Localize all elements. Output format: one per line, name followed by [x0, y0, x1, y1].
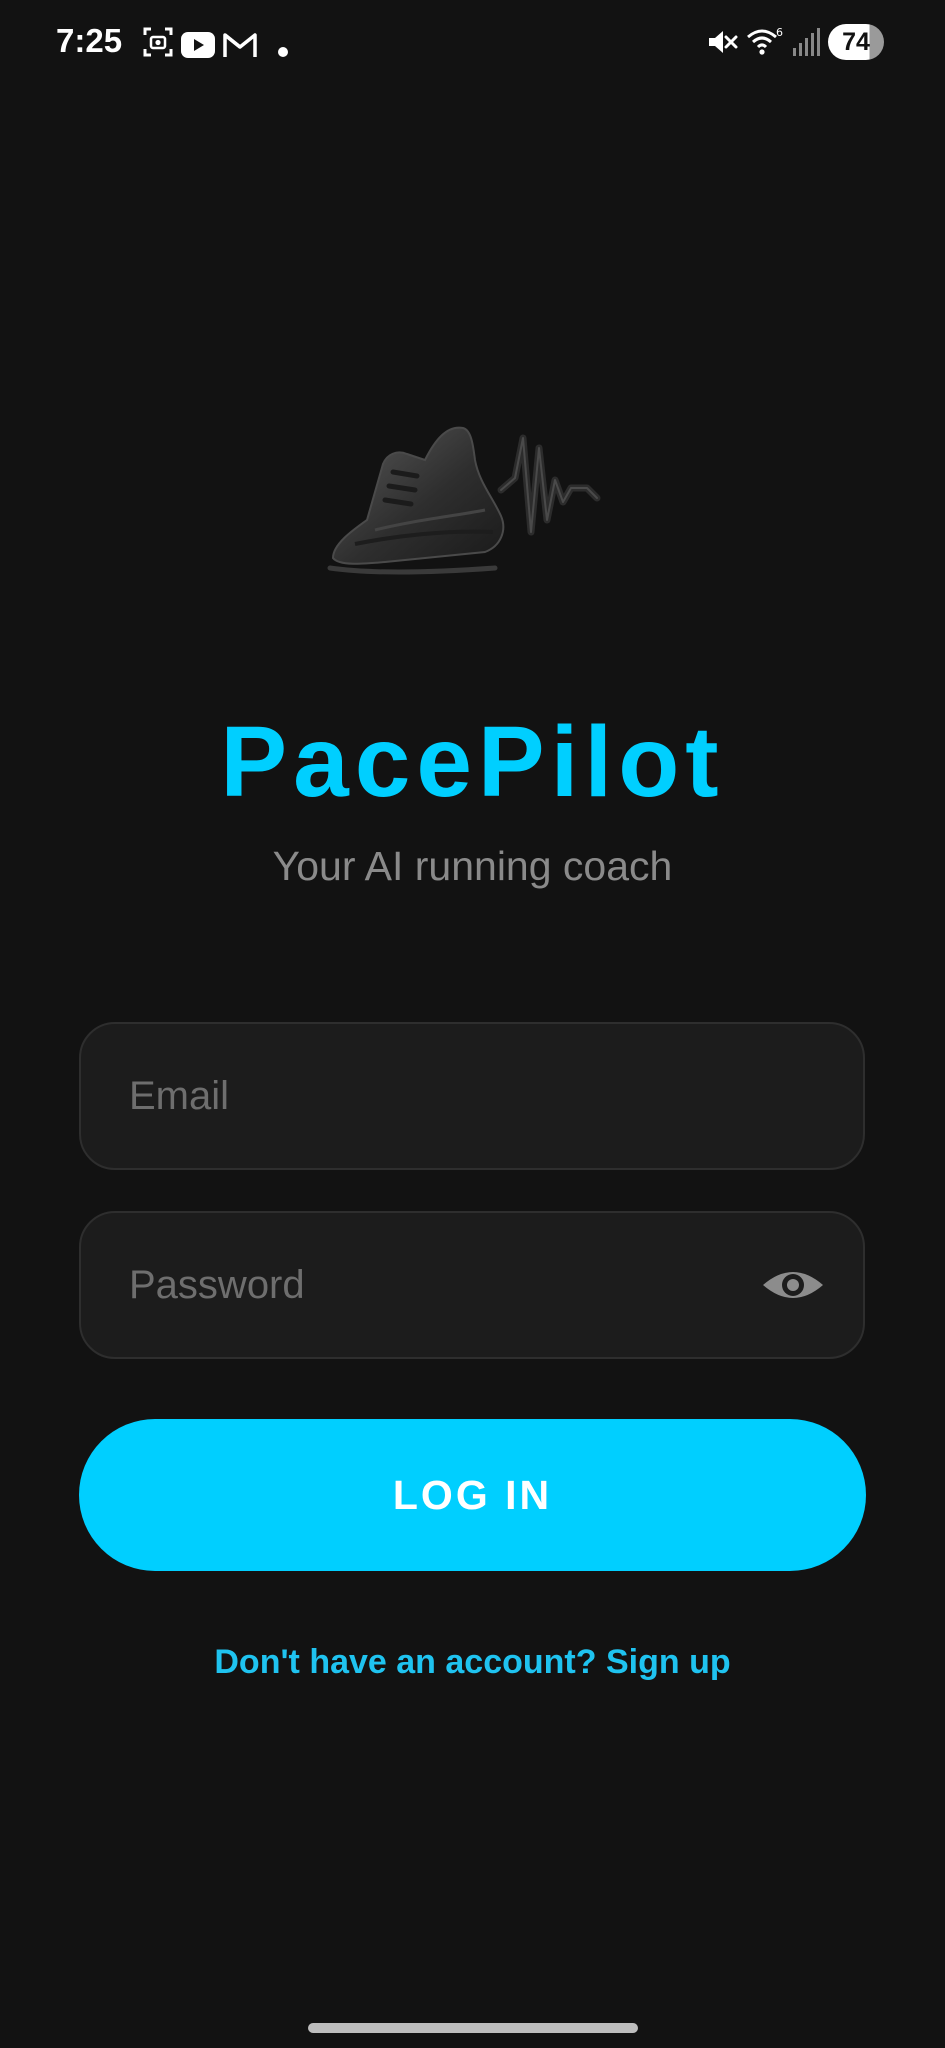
password-input[interactable] — [129, 1213, 729, 1357]
email-field[interactable] — [79, 1022, 865, 1170]
email-input[interactable] — [129, 1024, 729, 1168]
running-shoe-heartbeat-icon — [327, 426, 601, 575]
wifi-6-icon: 6 — [747, 26, 783, 55]
login-button[interactable]: LOG IN — [79, 1419, 866, 1571]
signup-link[interactable]: Don't have an account? Sign up — [0, 1643, 945, 1682]
password-field[interactable] — [79, 1211, 865, 1359]
notification-dot-icon — [278, 47, 288, 57]
vibrate-mute-icon — [709, 31, 738, 53]
home-indicator[interactable] — [308, 2023, 638, 2033]
youtube-icon — [181, 32, 215, 58]
status-time: 7:25 — [56, 22, 123, 59]
signal-icon — [793, 28, 820, 56]
app-subtitle: Your AI running coach — [272, 843, 673, 889]
app-title: PacePilot — [220, 706, 725, 818]
eye-icon[interactable] — [761, 1263, 825, 1307]
svg-text:6: 6 — [776, 26, 783, 39]
status-bar: 7:25 6 74 — [0, 0, 945, 86]
screenshot-icon — [143, 27, 173, 57]
battery-icon: 74 — [828, 24, 884, 60]
gmail-icon — [223, 33, 257, 57]
